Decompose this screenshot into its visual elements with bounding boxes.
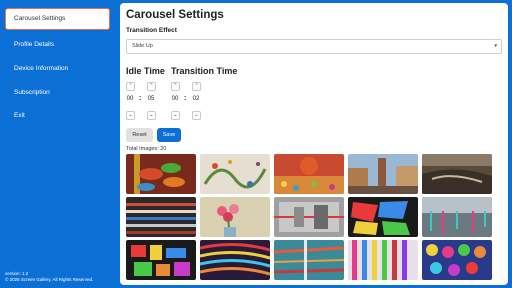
settings-panel: Carousel Settings Transition Effect Slid…: [120, 3, 508, 285]
sidebar-item-device-information[interactable]: Device Information: [5, 58, 110, 80]
thumbnail-image[interactable]: [422, 154, 492, 194]
reset-button[interactable]: Reset: [126, 128, 153, 142]
chevron-down-icon: ▾: [494, 43, 497, 49]
thumbnail-image[interactable]: [348, 197, 418, 237]
sidebar-item-carousel-settings[interactable]: Carousel Settings: [5, 8, 110, 30]
thumbnail-image[interactable]: [200, 197, 270, 237]
thumbnail-image[interactable]: [126, 154, 196, 194]
thumbnail-image[interactable]: [274, 240, 344, 280]
idle-minutes-value[interactable]: 00: [125, 96, 135, 102]
sidebar-item-subscription[interactable]: Subscription: [5, 82, 110, 104]
thumbnail-image[interactable]: [348, 154, 418, 194]
transition-effect-label: Transition Effect: [126, 27, 177, 34]
save-button[interactable]: Save: [157, 128, 181, 142]
idle-minutes-up-button[interactable]: ⌃: [126, 82, 135, 91]
version-text: version: 1.2: [5, 271, 29, 276]
idle-seconds-value[interactable]: 05: [146, 96, 156, 102]
page-title: Carousel Settings: [126, 9, 224, 21]
copyright-text: © 2025 Screen Gallery. All Rights Reserv…: [5, 277, 94, 282]
thumbnail-image[interactable]: [126, 240, 196, 280]
idle-seconds-down-button[interactable]: ⌄: [147, 111, 156, 120]
transition-seconds-up-button[interactable]: ⌃: [192, 82, 201, 91]
idle-minutes-down-button[interactable]: ⌄: [126, 111, 135, 120]
thumbnail-image[interactable]: [422, 240, 492, 280]
sidebar: Carousel Settings Profile Details Device…: [0, 0, 120, 288]
transition-minutes-up-button[interactable]: ⌃: [171, 82, 180, 91]
transition-effect-value: Slide Up: [132, 43, 153, 49]
transition-seconds-down-button[interactable]: ⌄: [192, 111, 201, 120]
thumbnail-image[interactable]: [422, 197, 492, 237]
total-images-count: Total Images: 20: [126, 146, 167, 152]
idle-time-label: Idle Time: [126, 66, 165, 76]
thumbnail-image[interactable]: [274, 197, 344, 237]
transition-time-label: Transition Time: [171, 66, 238, 76]
transition-effect-select[interactable]: Slide Up ▾: [126, 39, 502, 54]
thumbnail-image[interactable]: [126, 197, 196, 237]
sidebar-item-profile-details[interactable]: Profile Details: [5, 34, 110, 56]
thumbnail-image[interactable]: [200, 240, 270, 280]
sidebar-item-exit[interactable]: Exit: [5, 105, 110, 127]
thumbnail-image[interactable]: [274, 154, 344, 194]
transition-time-colon: :: [184, 95, 187, 102]
thumbnail-image[interactable]: [200, 154, 270, 194]
idle-seconds-up-button[interactable]: ⌃: [147, 82, 156, 91]
transition-minutes-value[interactable]: 00: [170, 96, 180, 102]
transition-seconds-value[interactable]: 02: [191, 96, 201, 102]
transition-minutes-down-button[interactable]: ⌄: [171, 111, 180, 120]
thumbnail-image[interactable]: [348, 240, 418, 280]
idle-time-colon: :: [139, 95, 142, 102]
